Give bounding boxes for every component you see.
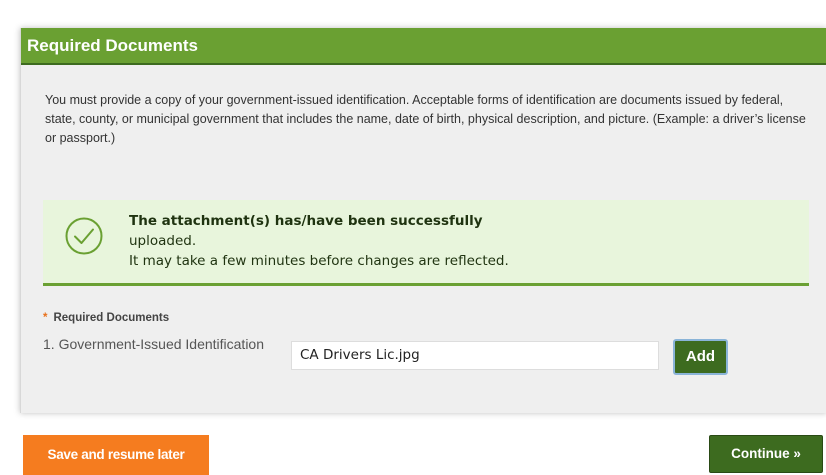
section-title: Required Documents <box>27 36 198 55</box>
file-name-field[interactable]: CA Drivers Lic.jpg <box>291 341 659 370</box>
required-documents-panel: Required Documents You must provide a co… <box>20 28 826 413</box>
upload-success-notice: The attachment(s) has/have been successf… <box>43 200 809 286</box>
notice-title: The attachment(s) has/have been successf… <box>129 213 483 229</box>
document-item-label: 1. Government-Issued Identification <box>43 336 265 352</box>
section-description: You must provide a copy of your governme… <box>45 93 806 145</box>
notice-line-1: uploaded. <box>129 233 197 249</box>
check-circle-icon <box>65 217 103 255</box>
required-documents-text: Required Documents <box>53 312 170 324</box>
required-documents-label: * Required Documents <box>43 312 169 324</box>
save-and-resume-button[interactable]: Save and resume later <box>23 435 209 475</box>
continue-button[interactable]: Continue » <box>709 435 823 473</box>
section-header: Required Documents <box>21 28 826 65</box>
add-button[interactable]: Add <box>673 339 728 375</box>
required-marker: * <box>43 312 48 324</box>
notice-line-2: It may take a few minutes before changes… <box>129 253 509 269</box>
